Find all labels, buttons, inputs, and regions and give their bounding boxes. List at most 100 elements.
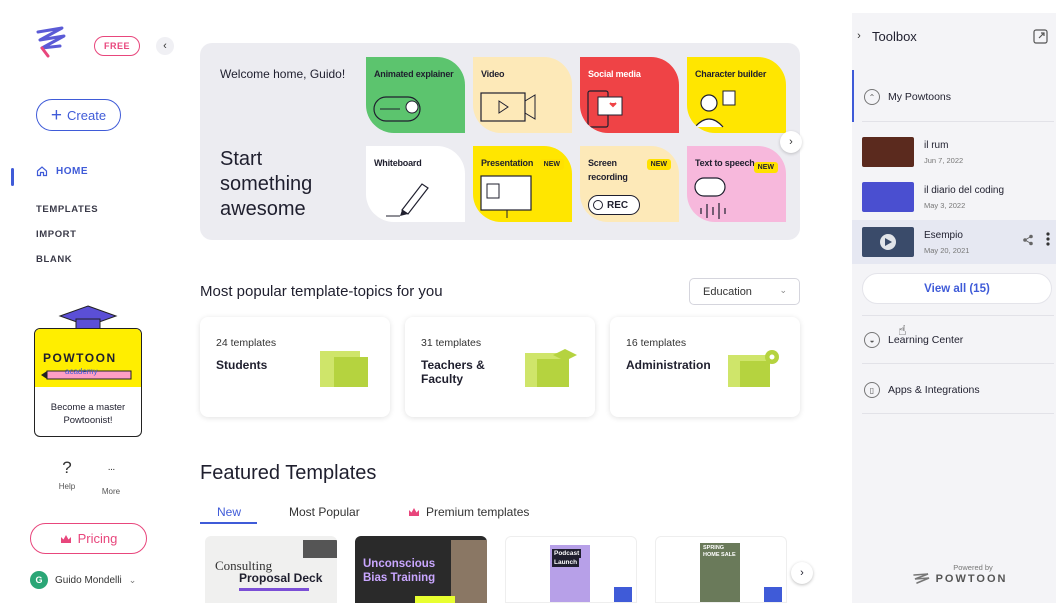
collapse-sidebar-button[interactable]: ‹ xyxy=(156,37,174,55)
plus-icon: + xyxy=(50,104,63,126)
powered-by-brand: POWTOON xyxy=(910,573,1010,585)
powtoon-date: May 3, 2022 xyxy=(924,201,966,210)
free-plan-badge[interactable]: FREE xyxy=(94,36,140,56)
section-learning-center[interactable]: ◒ Learning Center xyxy=(864,332,963,348)
hero-title-line: something xyxy=(220,173,313,195)
topic-filter-select[interactable]: Education ⌄ xyxy=(689,278,800,305)
topic-card-teachers[interactable]: 31 templates Teachers & Faculty xyxy=(405,317,595,417)
share-icon[interactable] xyxy=(1022,234,1034,246)
utility-row: ? Help ··· More xyxy=(50,458,140,498)
thumb-photo xyxy=(451,540,487,603)
apps-icon: ▯ xyxy=(864,382,880,398)
more-button[interactable]: ··· More xyxy=(94,458,128,496)
template-thumb-podcast[interactable]: Podcast Launch xyxy=(505,536,637,603)
create-button[interactable]: + Create xyxy=(36,99,121,131)
hero-next-button[interactable]: › xyxy=(780,131,802,153)
powtoon-logo-icon[interactable] xyxy=(34,26,68,60)
tile-label: Screen recording xyxy=(588,158,628,182)
more-dots-icon: ··· xyxy=(107,464,116,475)
nav-item-import[interactable]: IMPORT xyxy=(36,229,77,240)
tile-presentation[interactable]: Presentation NEW xyxy=(473,146,572,222)
powtoon-name: il rum xyxy=(924,140,949,151)
topic-count: 31 templates xyxy=(421,337,482,349)
more-vertical-icon[interactable] xyxy=(1046,232,1050,246)
video-camera-icon xyxy=(480,92,536,122)
nav-item-templates[interactable]: TEMPLATES xyxy=(36,204,98,215)
powtoon-item[interactable]: Esempio May 20, 2021 xyxy=(852,220,1056,264)
divider xyxy=(862,315,1054,316)
play-icon xyxy=(880,234,896,250)
new-badge: NEW xyxy=(646,159,671,170)
topics-title: Most popular template-topics for you xyxy=(200,283,443,300)
tile-social-media[interactable]: Social media xyxy=(580,57,679,133)
welcome-text: Welcome home, Guido! xyxy=(220,67,346,81)
thumb-line1: Podcast xyxy=(552,549,582,558)
powtoon-thumbnail xyxy=(862,227,914,257)
academy-card[interactable]: POWTOON academy Become a master Powtooni… xyxy=(34,300,142,437)
topic-filter-value: Education xyxy=(703,285,752,298)
powered-by-label: Powered by xyxy=(953,563,993,572)
view-all-button[interactable]: View all (15) xyxy=(862,273,1052,304)
template-thumb-consulting[interactable]: Consulting Proposal Deck xyxy=(205,536,337,603)
character-icon xyxy=(694,90,736,128)
template-thumb-spring-sale[interactable]: SPRING HOME SALE xyxy=(655,536,787,603)
section-label: My Powtoons xyxy=(888,91,952,103)
hero-title-line: Start xyxy=(220,148,263,170)
toolbox-toggle-button[interactable]: › xyxy=(852,29,866,43)
topic-name: Administration xyxy=(626,358,711,372)
help-button[interactable]: ? Help xyxy=(50,458,84,491)
templates-next-button[interactable]: › xyxy=(791,562,813,584)
tile-label: Social media xyxy=(588,69,641,79)
tile-character-builder[interactable]: Character builder xyxy=(687,57,786,133)
toolbox-title: Toolbox xyxy=(872,29,917,44)
section-apps-integrations[interactable]: ▯ Apps & Integrations xyxy=(864,382,980,398)
template-thumb-bias-training[interactable]: Unconscious Bias Training xyxy=(355,536,487,603)
tab-premium-templates[interactable]: Premium templates xyxy=(408,505,529,519)
tile-label: Whiteboard xyxy=(374,158,422,168)
divider xyxy=(862,413,1054,414)
chevron-up-icon: ⌃ xyxy=(864,89,880,105)
section-my-powtoons[interactable]: ⌃ My Powtoons xyxy=(864,89,951,105)
speech-wave-icon xyxy=(694,177,726,219)
tile-label: Text to speech xyxy=(695,158,755,168)
record-icon xyxy=(593,200,603,210)
thumb-line2: Bias Training xyxy=(363,572,436,584)
nav-item-home[interactable]: HOME xyxy=(36,165,88,177)
popout-icon[interactable] xyxy=(1033,29,1048,44)
pricing-label: Pricing xyxy=(77,531,118,546)
user-menu[interactable]: G Guido Mondelli ⌄ xyxy=(30,571,136,589)
tab-most-popular[interactable]: Most Popular xyxy=(289,505,360,519)
tab-new[interactable]: New xyxy=(217,505,241,519)
thumb-line2: Proposal Deck xyxy=(239,571,323,585)
divider xyxy=(862,121,1054,122)
topic-name: Students xyxy=(216,358,268,372)
create-label: Create xyxy=(67,107,107,123)
tile-text-to-speech[interactable]: Text to speech NEW xyxy=(687,146,786,222)
thumb-accent-line xyxy=(239,588,309,591)
topic-count: 24 templates xyxy=(216,337,277,349)
chevron-right-icon: › xyxy=(789,136,793,148)
powtoon-thumbnail xyxy=(862,137,914,167)
thumb-line2: HOME SALE xyxy=(703,552,736,558)
tile-video[interactable]: Video xyxy=(473,57,572,133)
powtoon-item[interactable]: il rum Jun 7, 2022 xyxy=(852,130,1056,174)
tile-animated-explainer[interactable]: Animated explainer xyxy=(366,57,465,133)
thumb-photo xyxy=(303,540,337,558)
academy-banner-top: POWTOON academy xyxy=(35,329,141,387)
nav-item-blank[interactable]: BLANK xyxy=(36,254,72,265)
powtoon-dashboard: FREE ‹ + Create HOME TEMPLATES IMPORT BL… xyxy=(0,0,1056,603)
tile-whiteboard[interactable]: Whiteboard xyxy=(366,146,465,222)
powtoon-item[interactable]: il diario del coding May 3, 2022 xyxy=(852,175,1056,219)
tile-screen-recording[interactable]: Screen recording NEW REC xyxy=(580,146,679,222)
topic-card-students[interactable]: 24 templates Students xyxy=(200,317,390,417)
vertical-badge xyxy=(764,587,782,602)
explainer-bubble-icon xyxy=(373,96,421,122)
tab-premium-label: Premium templates xyxy=(426,505,530,519)
hero-title: Start something awesome xyxy=(220,147,312,222)
tile-label: Presentation xyxy=(481,158,534,168)
active-tab-underline xyxy=(200,522,257,524)
topic-card-administration[interactable]: 16 templates Administration xyxy=(610,317,800,417)
crown-icon xyxy=(60,534,71,543)
pricing-button[interactable]: Pricing xyxy=(30,523,147,554)
help-label: Help xyxy=(58,482,76,491)
